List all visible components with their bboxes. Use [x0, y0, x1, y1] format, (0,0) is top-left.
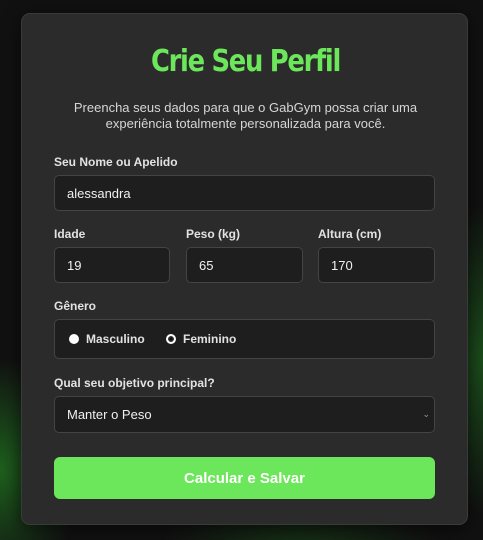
gender-label: Gênero	[54, 299, 97, 313]
calculate-save-button[interactable]: Calcular e Salvar	[54, 457, 435, 499]
radio-unchecked-icon[interactable]	[69, 334, 79, 344]
gender-option-label: Masculino	[86, 332, 145, 346]
name-input[interactable]: alessandra	[54, 175, 435, 211]
weight-input-value: 65	[199, 257, 214, 273]
form-subtitle: Preencha seus dados para que o GabGym po…	[73, 100, 418, 131]
goal-select[interactable]: Manter o Peso ⌄	[54, 396, 435, 433]
name-input-value: alessandra	[67, 185, 131, 201]
profile-form-card: Crie Seu Perfil Preencha seus dados para…	[21, 13, 468, 525]
goal-label: Qual seu objetivo principal?	[54, 376, 215, 390]
gender-option-label: Feminino	[183, 332, 237, 346]
goal-select-value: Manter o Peso	[67, 407, 152, 422]
page-title: Crie Seu Perfil	[150, 44, 341, 79]
height-label: Altura (cm)	[318, 227, 382, 241]
age-input-value: 19	[67, 257, 82, 273]
gender-option-masculino[interactable]: Masculino	[69, 332, 145, 346]
radio-checked-icon[interactable]	[166, 334, 176, 344]
weight-input[interactable]: 65	[186, 247, 303, 283]
weight-label: Peso (kg)	[186, 227, 241, 241]
age-label: Idade	[54, 227, 86, 241]
height-input-value: 170	[331, 257, 353, 273]
gender-radio-group: Masculino Feminino	[54, 319, 435, 359]
name-label: Seu Nome ou Apelido	[54, 155, 178, 169]
height-input[interactable]: 170	[318, 247, 435, 283]
gender-option-feminino[interactable]: Feminino	[166, 332, 236, 346]
chevron-down-icon: ⌄	[422, 409, 430, 419]
age-input[interactable]: 19	[54, 247, 170, 283]
